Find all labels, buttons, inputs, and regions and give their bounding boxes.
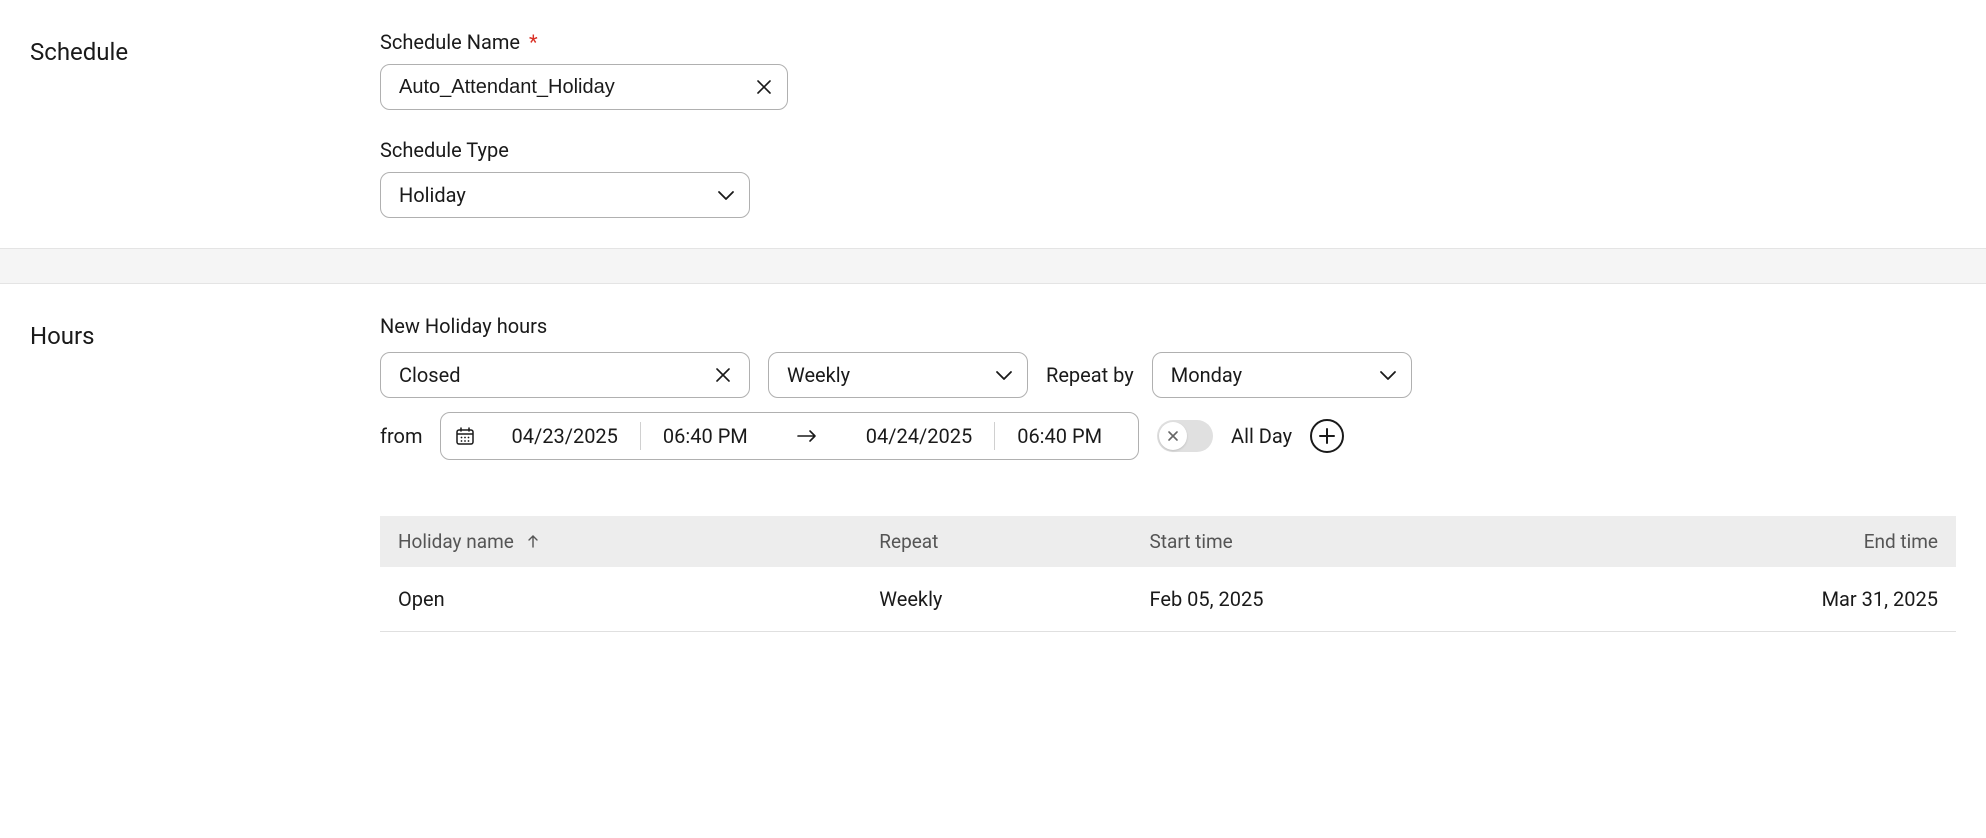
from-label: from xyxy=(380,424,422,448)
new-hours-label: New Holiday hours xyxy=(380,314,1956,338)
hours-repeat-select[interactable]: Weekly xyxy=(768,352,1028,398)
close-icon xyxy=(715,367,731,383)
cell-start-time: Feb 05, 2025 xyxy=(1132,567,1541,632)
start-time-value[interactable]: 06:40 PM xyxy=(641,424,770,448)
table-header-row: Holiday name Repeat Start time End time xyxy=(380,516,1956,567)
repeat-day-value: Monday xyxy=(1171,363,1242,387)
cell-repeat: Weekly xyxy=(861,567,1131,632)
cell-end-time: Mar 31, 2025 xyxy=(1540,567,1956,632)
chevron-down-icon xyxy=(1379,369,1397,381)
hours-repeat-value: Weekly xyxy=(787,363,850,387)
add-hours-button[interactable] xyxy=(1310,419,1344,453)
hours-section-label: Hours xyxy=(30,314,380,632)
col-start-time[interactable]: Start time xyxy=(1132,516,1541,567)
hours-section: Hours New Holiday hours Closed Weekly Re… xyxy=(0,284,1986,662)
schedule-type-label: Schedule Type xyxy=(380,138,1956,162)
col-holiday-name-text: Holiday name xyxy=(398,530,514,553)
section-divider xyxy=(0,248,1986,284)
col-repeat[interactable]: Repeat xyxy=(861,516,1131,567)
chevron-down-icon xyxy=(717,189,735,201)
end-date-value[interactable]: 04/24/2025 xyxy=(844,424,994,448)
hours-status-value: Closed xyxy=(399,363,461,387)
hours-row-2: from 04/23/202 xyxy=(380,412,1956,460)
close-icon xyxy=(756,79,772,95)
schedule-section-content: Schedule Name * Schedule Type Holiday xyxy=(380,30,1956,218)
schedule-name-label-text: Schedule Name xyxy=(380,30,520,54)
end-time-value[interactable]: 06:40 PM xyxy=(995,424,1124,448)
col-repeat-text: Repeat xyxy=(879,530,938,553)
hours-section-content: New Holiday hours Closed Weekly Repeat b… xyxy=(380,314,1956,632)
col-start-text: Start time xyxy=(1150,530,1233,553)
hours-status-clear-button[interactable] xyxy=(711,363,735,387)
plus-icon xyxy=(1319,428,1335,444)
col-holiday-name[interactable]: Holiday name xyxy=(380,516,861,567)
holiday-table: Holiday name Repeat Start time End time … xyxy=(380,516,1956,632)
schedule-section-label: Schedule xyxy=(30,30,380,218)
cell-holiday-name: Open xyxy=(380,567,861,632)
repeat-by-label: Repeat by xyxy=(1046,363,1134,387)
repeat-day-select[interactable]: Monday xyxy=(1152,352,1412,398)
date-range-picker[interactable]: 04/23/2025 06:40 PM 04/24/2025 06:40 PM xyxy=(440,412,1139,460)
hours-row-1: Closed Weekly Repeat by Monday xyxy=(380,352,1956,398)
all-day-toggle[interactable] xyxy=(1157,420,1213,452)
schedule-name-label: Schedule Name * xyxy=(380,30,1956,54)
arrow-right-icon xyxy=(770,429,844,443)
chevron-down-icon xyxy=(995,369,1013,381)
all-day-label: All Day xyxy=(1231,424,1292,448)
start-date-value[interactable]: 04/23/2025 xyxy=(489,424,639,448)
schedule-type-select[interactable]: Holiday xyxy=(380,172,750,218)
schedule-section: Schedule Schedule Name * Schedule Type H… xyxy=(0,0,1986,248)
schedule-type-value: Holiday xyxy=(399,183,466,207)
schedule-name-field: Schedule Name * xyxy=(380,30,1956,110)
col-end-time[interactable]: End time xyxy=(1540,516,1956,567)
close-icon xyxy=(1167,430,1179,442)
hours-status-select[interactable]: Closed xyxy=(380,352,750,398)
col-end-text: End time xyxy=(1864,530,1938,553)
table-row[interactable]: Open Weekly Feb 05, 2025 Mar 31, 2025 xyxy=(380,567,1956,632)
holiday-table-wrap: Holiday name Repeat Start time End time … xyxy=(380,516,1956,632)
calendar-icon xyxy=(455,426,475,446)
sort-asc-icon xyxy=(527,534,539,548)
required-asterisk: * xyxy=(529,30,538,54)
schedule-name-clear-button[interactable] xyxy=(752,75,776,99)
schedule-type-field: Schedule Type Holiday xyxy=(380,138,1956,218)
toggle-knob xyxy=(1159,422,1187,450)
schedule-name-input[interactable] xyxy=(380,64,788,110)
